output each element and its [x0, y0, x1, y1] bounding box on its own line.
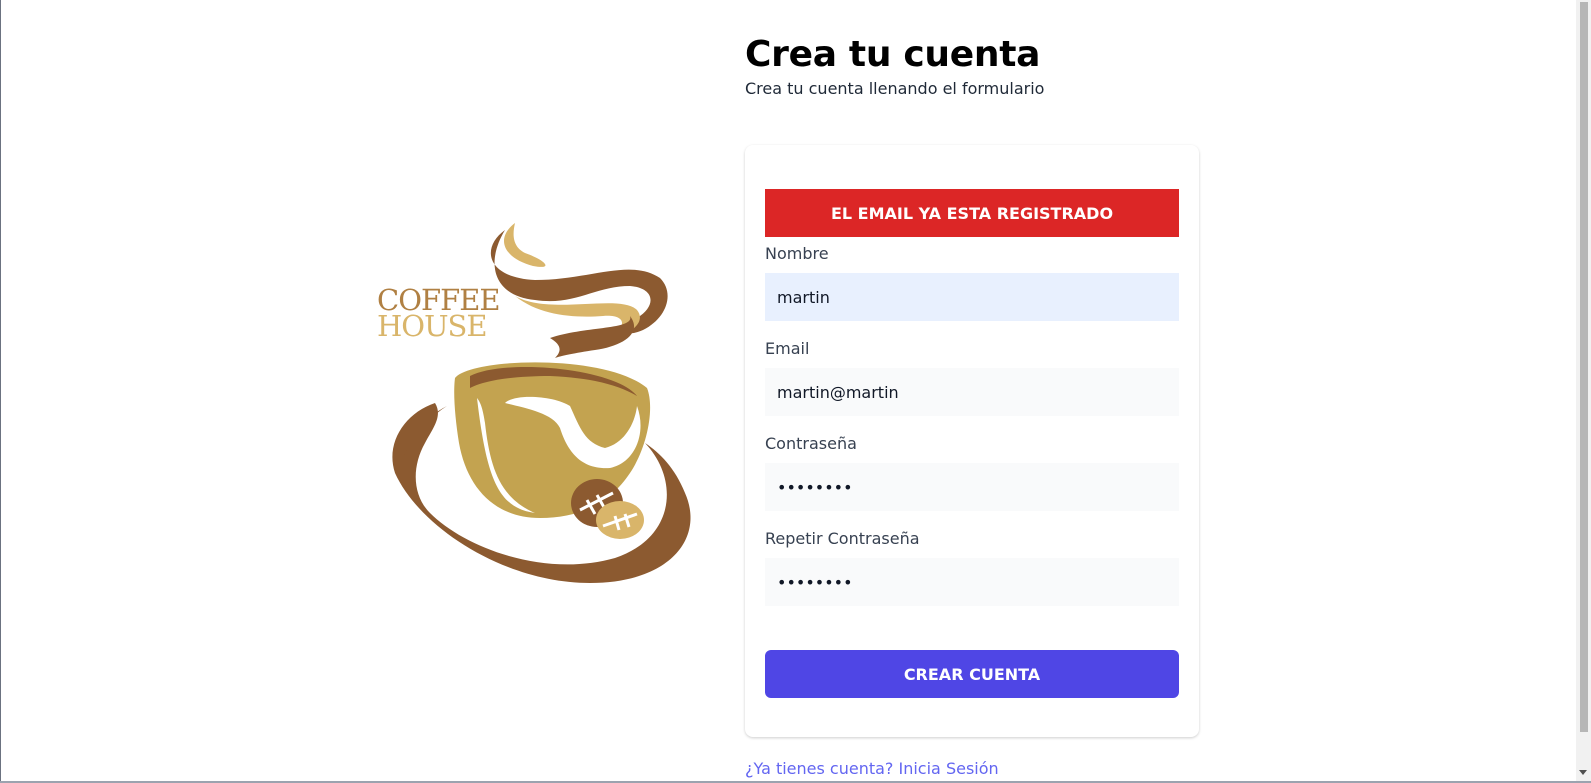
repeat-password-label: Repetir Contraseña: [765, 529, 920, 548]
repeat-password-input[interactable]: [765, 558, 1179, 606]
window-border-left: [0, 0, 1, 783]
logo-text-house: HOUSE: [377, 309, 487, 343]
coffee-cup-icon: COFFEE HOUSE: [377, 223, 691, 583]
vertical-scrollbar[interactable]: [1576, 0, 1591, 783]
scroll-down-arrow-icon[interactable]: [1579, 770, 1587, 775]
password-label: Contraseña: [765, 434, 857, 453]
email-label: Email: [765, 339, 810, 358]
page-title: Crea tu cuenta: [745, 34, 1041, 75]
register-form-card: EL EMAIL YA ESTA REGISTRADO Nombre Email…: [745, 145, 1199, 737]
scrollbar-thumb[interactable]: [1580, 2, 1588, 732]
page-subtitle: Crea tu cuenta llenando el formulario: [745, 79, 1045, 98]
coffee-house-logo: COFFEE HOUSE: [375, 218, 705, 593]
nombre-label: Nombre: [765, 244, 829, 263]
create-account-button[interactable]: CREAR CUENTA: [765, 650, 1179, 698]
nombre-input[interactable]: [765, 273, 1179, 321]
error-alert: EL EMAIL YA ESTA REGISTRADO: [765, 189, 1179, 237]
password-input[interactable]: [765, 463, 1179, 511]
email-input[interactable]: [765, 368, 1179, 416]
login-link[interactable]: ¿Ya tienes cuenta? Inicia Sesión: [745, 759, 999, 778]
